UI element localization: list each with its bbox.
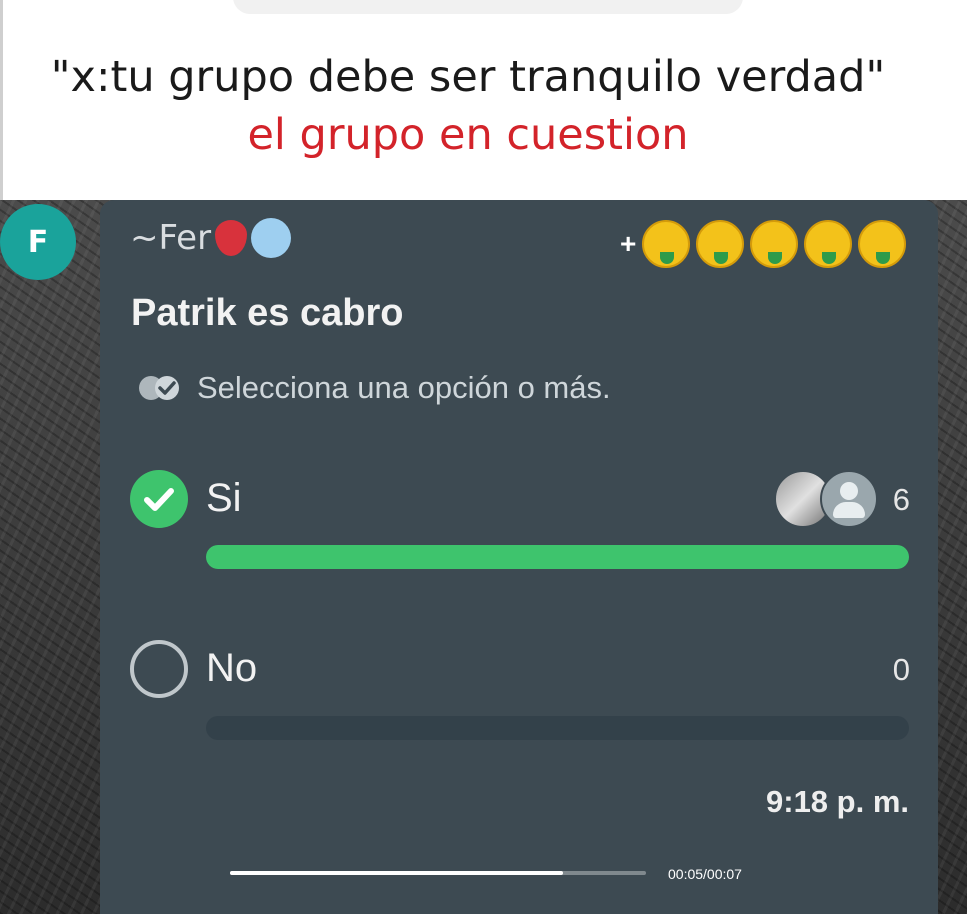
poll-option-si[interactable]: Si 6 <box>130 470 910 530</box>
poll-instruction-text: Selecciona una opción o más. <box>197 370 611 405</box>
sender-name: ~Fer <box>130 218 212 258</box>
avatar[interactable]: F <box>0 204 76 280</box>
sender-phone: + <box>620 220 907 268</box>
option-label: Si <box>206 476 242 520</box>
search-bar-partial[interactable] <box>233 0 743 14</box>
vote-count: 6 <box>892 482 910 517</box>
message-timestamp: 9:18 p. m. <box>766 784 909 819</box>
money-mouth-face-icon <box>858 220 907 268</box>
money-mouth-face-icon <box>642 220 691 268</box>
avatar-letter: F <box>27 224 49 260</box>
poll-title: Patrik es cabro <box>131 292 404 334</box>
poll-progress-bar <box>206 545 909 569</box>
option-label: No <box>206 646 258 690</box>
poll-progress-fill <box>206 545 909 569</box>
double-check-icon <box>139 376 179 400</box>
video-seek-bar[interactable] <box>230 871 646 875</box>
video-time: 00:05/00:07 <box>668 866 742 882</box>
checkbox-checked-icon[interactable] <box>130 470 188 528</box>
sender-name-row[interactable]: ~Fer <box>130 218 292 258</box>
phone-prefix: + <box>620 228 637 259</box>
check-icon <box>144 488 174 511</box>
poll-option-no[interactable]: No 0 <box>130 640 910 700</box>
video-seek-fill <box>230 871 563 875</box>
caption-line-1: "x:tu grupo debe ser tranquilo verdad" <box>50 52 886 102</box>
poll-progress-bar <box>206 716 909 740</box>
caption-area: "x:tu grupo debe ser tranquilo verdad" e… <box>0 0 967 200</box>
voter-avatars[interactable] <box>774 470 878 528</box>
money-mouth-face-icon <box>696 220 745 268</box>
caption-line-2: el grupo en cuestion <box>247 110 689 160</box>
strawberry-icon <box>215 220 248 256</box>
money-mouth-face-icon <box>804 220 853 268</box>
poll-instruction: Selecciona una opción o más. <box>137 370 611 406</box>
vote-count: 0 <box>892 652 910 687</box>
checkbox-empty-icon[interactable] <box>130 640 188 698</box>
cold-face-icon <box>251 218 292 258</box>
default-user-icon <box>820 470 878 528</box>
video-player[interactable]: F ~Fer + Patrik es cabro Selecciona una … <box>0 200 967 914</box>
money-mouth-face-icon <box>750 220 799 268</box>
